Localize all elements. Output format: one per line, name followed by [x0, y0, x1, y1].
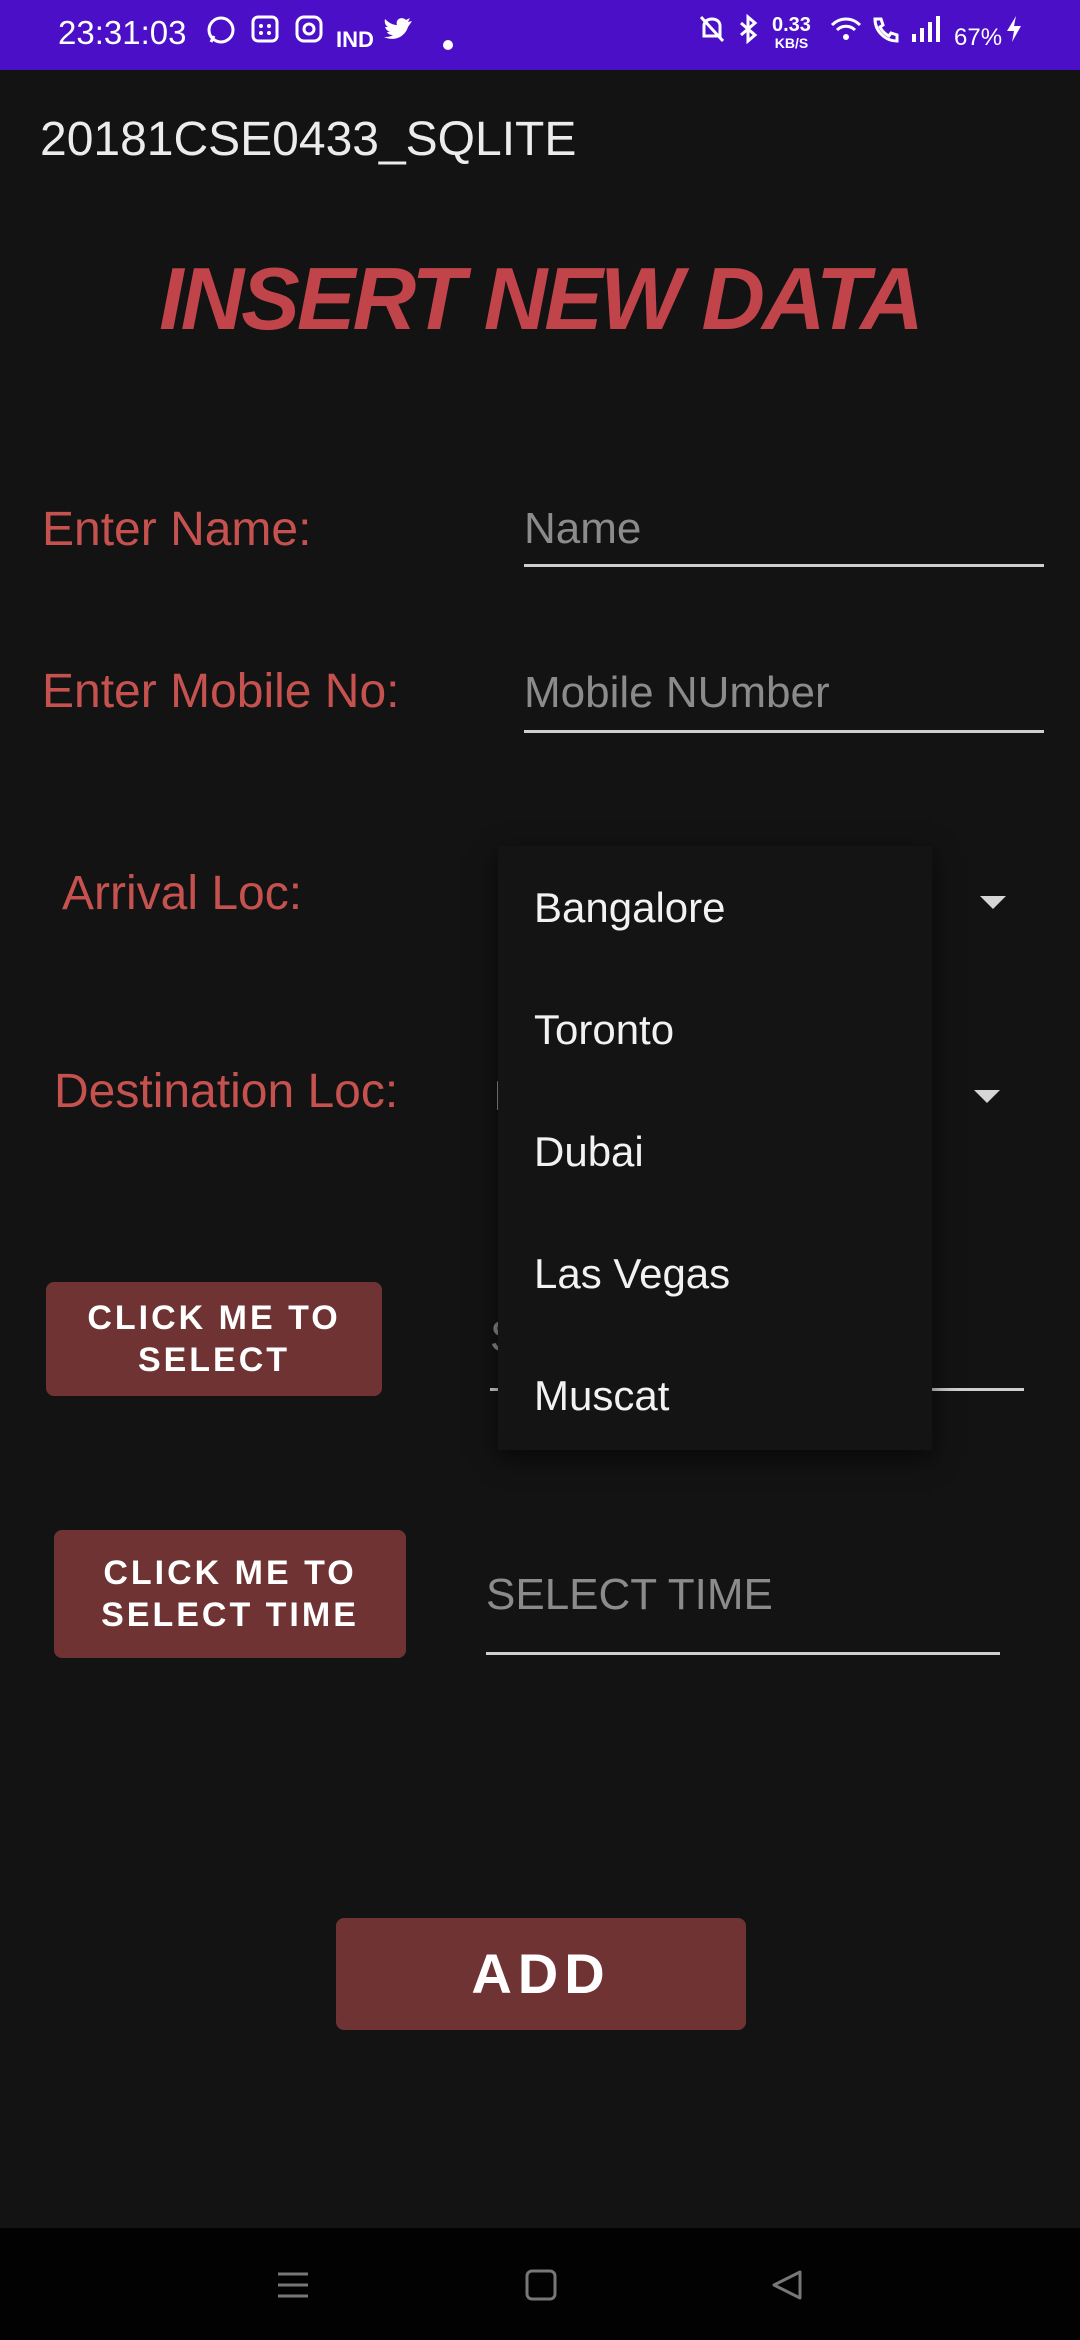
network-speed: 0.33 KB/S	[772, 14, 811, 52]
wifi-icon	[828, 14, 864, 55]
menu-icon[interactable]	[276, 2270, 310, 2305]
calculator-icon	[250, 14, 280, 55]
twitter-icon	[382, 14, 414, 54]
mobile-input[interactable]: Mobile NUmber	[524, 664, 1044, 733]
instagram-icon	[294, 14, 324, 55]
app-title: 20181CSE0433_SQLITE	[40, 113, 577, 166]
dot-icon	[442, 22, 454, 62]
ind-icon: IND	[336, 27, 374, 52]
back-icon[interactable]	[770, 2268, 804, 2307]
mobile-label: Enter Mobile No:	[42, 665, 400, 718]
select-date-button[interactable]: CLICK ME TO SELECT	[46, 1282, 382, 1396]
dropdown-option[interactable]: Dubai	[534, 1128, 644, 1176]
whatsapp-icon	[205, 14, 237, 57]
charging-icon	[1004, 14, 1024, 55]
wifi-calling-icon	[870, 14, 902, 55]
dropdown-option[interactable]: Bangalore	[534, 884, 725, 932]
battery-level: 67%	[954, 24, 1003, 51]
status-clock: 23:31:03	[58, 14, 187, 51]
network-speed-unit: KB/S	[774, 35, 809, 51]
mute-icon	[698, 14, 726, 55]
name-input[interactable]: Name	[524, 500, 1044, 567]
arrival-dropdown-popup: Bangalore Toronto Dubai Las Vegas Muscat	[498, 846, 932, 1450]
dropdown-option[interactable]: Muscat	[534, 1372, 669, 1420]
arrival-label: Arrival Loc:	[62, 867, 303, 920]
name-label: Enter Name:	[42, 503, 312, 556]
bluetooth-icon	[738, 13, 760, 55]
status-bar: 23:31:03 IND 0.33 KB/S 67%	[0, 0, 1080, 70]
page-heading: INSERT NEW DATA	[159, 249, 924, 348]
navigation-bar	[0, 2228, 1080, 2340]
add-button[interactable]: ADD	[336, 1918, 746, 2030]
arrival-dropdown-caret[interactable]	[980, 896, 1006, 909]
destination-dropdown-caret[interactable]	[974, 1090, 1000, 1103]
home-icon[interactable]	[524, 2268, 558, 2307]
select-time-button[interactable]: CLICK ME TO SELECT TIME	[54, 1530, 406, 1658]
name-placeholder: Name	[524, 504, 642, 553]
dropdown-option[interactable]: Toronto	[534, 1006, 674, 1054]
network-speed-value: 0.33	[772, 14, 811, 36]
mobile-placeholder: Mobile NUmber	[524, 668, 830, 717]
time-placeholder: SELECT TIME	[486, 1570, 773, 1619]
signal-icon	[910, 14, 940, 55]
dropdown-option[interactable]: Las Vegas	[534, 1250, 730, 1298]
destination-label: Destination Loc:	[54, 1065, 399, 1118]
time-input[interactable]: SELECT TIME	[486, 1566, 1000, 1655]
